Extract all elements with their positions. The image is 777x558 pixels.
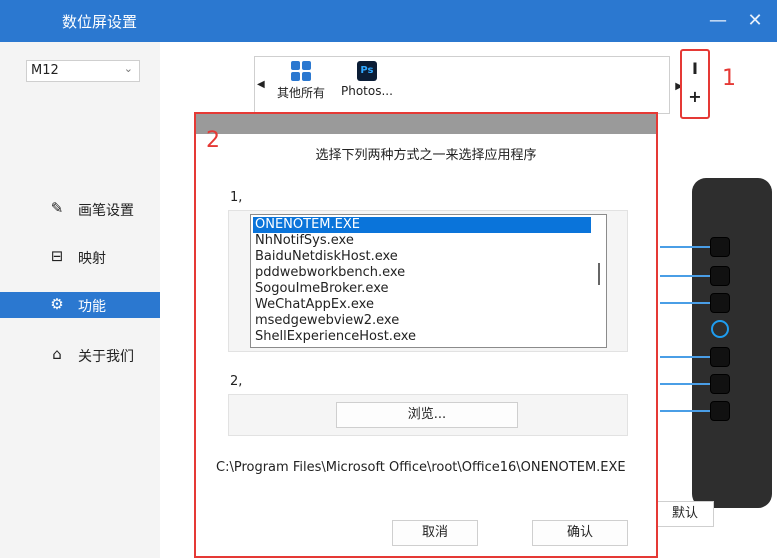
selected-path: C:\Program Files\Microsoft Office\root\O…	[216, 460, 626, 475]
pen-icon: ✎	[50, 199, 64, 217]
list-item[interactable]: NhNotifSys.exe	[253, 233, 591, 249]
list-item[interactable]: pddwebworkbench.exe	[253, 265, 591, 281]
sidebar-item-label: 功能	[78, 299, 106, 315]
list-item[interactable]: msedgewebview2.exe	[253, 313, 591, 329]
dialog-title: 选择下列两种方式之一来选择应用程序	[315, 148, 537, 163]
photoshop-icon: Ps	[356, 61, 377, 81]
monitor-icon: ⊟	[50, 247, 64, 265]
express-key	[710, 266, 730, 286]
close-button[interactable]: ✕	[743, 9, 767, 33]
app-name: 其他所有	[277, 86, 326, 100]
sidebar-item-label: 画笔设置	[78, 203, 134, 219]
list-item[interactable]: ONENOTEM.EXE	[253, 217, 591, 233]
add-app-button[interactable]: +	[682, 87, 708, 106]
sidebar-item-functions[interactable]: ⚙ 功能	[0, 292, 160, 318]
sidebar-item-mapping[interactable]: ⊟ 映射	[0, 244, 160, 270]
annotation-1: 1	[722, 66, 736, 91]
sidebar-item-pen-settings[interactable]: ✎ 画笔设置	[0, 196, 160, 222]
list-item[interactable]: WeChatAppEx.exe	[253, 297, 591, 313]
list-item[interactable]: SogouImeBroker.exe	[253, 281, 591, 297]
app-list-controls: I +	[680, 49, 710, 119]
express-key	[710, 237, 730, 257]
dialog-header-bar	[196, 114, 656, 134]
app-tile-photoshop[interactable]: Ps Photos...	[341, 61, 393, 98]
confirm-button[interactable]: 确认	[532, 520, 628, 546]
express-key	[710, 347, 730, 367]
default-button[interactable]: 默认	[656, 501, 714, 527]
gear-icon: ⚙	[50, 295, 64, 313]
tablet-illustration	[660, 178, 777, 508]
key-line	[660, 302, 712, 304]
section-1-label: 1,	[230, 190, 243, 205]
scroll-left-icon[interactable]: ◀	[257, 79, 265, 90]
tablet-body	[692, 178, 772, 508]
device-select-value: M12	[31, 63, 59, 78]
list-item[interactable]: BaiduNetdiskHost.exe	[253, 249, 591, 265]
device-select[interactable]: M12 ⌄	[26, 60, 140, 82]
scrollbar-thumb[interactable]	[598, 263, 600, 285]
key-line	[660, 410, 712, 412]
select-application-dialog: 选择下列两种方式之一来选择应用程序 1, ONENOTEM.EXE NhNoti…	[194, 112, 658, 558]
key-line	[660, 383, 712, 385]
key-line	[660, 356, 712, 358]
sidebar-item-label: 映射	[78, 251, 106, 267]
key-line	[660, 246, 712, 248]
separator-button[interactable]: I	[682, 59, 708, 78]
sidebar-item-about[interactable]: ⌂ 关于我们	[0, 342, 160, 368]
section-2-label: 2,	[230, 374, 243, 389]
express-key	[710, 293, 730, 313]
app-name: Photos...	[341, 84, 393, 98]
all-apps-icon	[291, 61, 311, 81]
express-key	[710, 401, 730, 421]
chevron-down-icon: ⌄	[123, 62, 133, 75]
app-selector-strip: ◀ 其他所有 Ps Photos... ▶	[254, 56, 683, 114]
express-key	[710, 374, 730, 394]
home-icon: ⌂	[52, 345, 62, 363]
key-line	[660, 275, 712, 277]
running-process-list[interactable]: ONENOTEM.EXE NhNotifSys.exe BaiduNetdisk…	[250, 214, 607, 348]
cancel-button[interactable]: 取消	[392, 520, 478, 546]
window-title: 数位屏设置	[62, 13, 138, 31]
app-tile-all-others[interactable]: 其他所有	[277, 61, 325, 101]
minimize-button[interactable]: —	[706, 9, 730, 33]
list-item[interactable]: ShellExperienceHost.exe	[253, 329, 591, 345]
title-bar: 数位屏设置 — ✕	[0, 0, 777, 42]
browse-button[interactable]: 浏览...	[336, 402, 518, 428]
sidebar-item-label: 关于我们	[78, 349, 134, 365]
annotation-2: 2	[206, 128, 220, 153]
dial-ring-icon	[711, 320, 729, 338]
